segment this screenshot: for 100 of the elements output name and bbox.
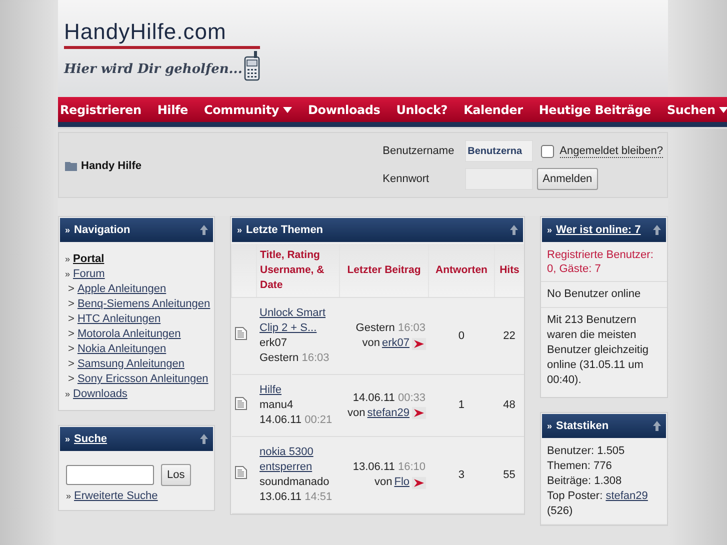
nav-link[interactable]: Kalender	[456, 102, 531, 116]
header-marker: »	[237, 225, 242, 235]
navigation-link[interactable]: Portal	[73, 252, 104, 267]
last-post-date: 14.06.11	[352, 392, 395, 404]
navigation-link[interactable]: HTC Anleitungen	[77, 312, 161, 327]
list-marker: »	[65, 268, 70, 281]
answers-cell: 0	[428, 298, 494, 374]
last-poster-link[interactable]: Flo	[394, 475, 410, 490]
logo-slogan: Hier wird Dir geholfen...	[64, 62, 242, 79]
search-button[interactable]: Los	[161, 464, 191, 486]
collapse-arrow-icon[interactable]	[510, 225, 518, 235]
thread-date: Gestern	[260, 352, 299, 364]
nav-link[interactable]: Suchen	[658, 102, 727, 116]
column-header: Antworten	[428, 244, 494, 298]
remember-checkbox[interactable]	[540, 144, 554, 158]
thread-time: 00:21	[304, 414, 332, 426]
thread-author: manu4	[260, 398, 294, 413]
panel-title-link[interactable]: Suche	[74, 433, 196, 445]
thread-time: 16:03	[302, 352, 330, 364]
thread-title-link[interactable]: nokia 5300 entsperren	[260, 445, 336, 475]
navigation-link[interactable]: Sony Ericsson Anleitungen	[77, 372, 208, 387]
search-field[interactable]	[66, 465, 154, 485]
list-marker: >	[68, 327, 74, 342]
column-header: Hits	[494, 244, 524, 298]
column-header: Title, Rating Username, & Date	[256, 244, 340, 298]
advanced-search-link[interactable]: Erweiterte Suche	[74, 489, 158, 504]
go-to-post-icon[interactable]	[412, 476, 426, 488]
navigation-link[interactable]: Apple Anleitungen	[77, 282, 166, 297]
folder-icon	[65, 161, 77, 171]
list-marker: >	[68, 312, 74, 327]
by-label: von	[374, 475, 392, 490]
thread-author: erk07	[260, 336, 288, 351]
breadcrumb[interactable]: Handy Hilfe	[81, 160, 142, 172]
thread-title-link[interactable]: Unlock Smart Clip 2 + S...	[260, 306, 336, 336]
statistic-line: Benutzer: 1.505	[547, 444, 626, 459]
last-post-date: 13.06.11	[352, 461, 395, 473]
list-marker: »	[65, 253, 70, 266]
last-post-time: 16:03	[398, 322, 426, 334]
hits-cell: 48	[494, 374, 524, 436]
list-marker: >	[68, 297, 74, 312]
thread-date: 14.06.11	[260, 414, 302, 426]
by-label: von	[362, 336, 380, 351]
navigation-link[interactable]: Motorola Anleitungen	[77, 327, 181, 342]
panel-title-link[interactable]: Wer ist online: 7	[556, 224, 649, 236]
username-field[interactable]: Benutzerna	[464, 140, 533, 162]
registered-users-text: Registrierte Benutzer: 0, Gäste: 7	[541, 243, 667, 282]
list-marker: >	[68, 357, 74, 372]
nav-link[interactable]: Unlock?	[388, 102, 456, 116]
collapse-arrow-icon[interactable]	[200, 225, 208, 235]
list-marker: »	[65, 388, 70, 401]
panel-title: Statstiken	[556, 420, 610, 432]
list-marker: >	[68, 372, 74, 387]
list-marker: >	[68, 342, 74, 357]
password-label: Kennwort	[382, 173, 430, 185]
last-poster-link[interactable]: stefan29	[367, 406, 410, 420]
thread-date: 13.06.11	[260, 491, 302, 503]
last-post-time: 00:33	[398, 392, 426, 404]
nav-link[interactable]: Downloads	[300, 102, 388, 116]
document-icon	[234, 327, 246, 340]
answers-cell: 1	[428, 374, 494, 436]
go-to-post-icon[interactable]	[412, 407, 426, 419]
nav-link[interactable]: Registrieren	[58, 102, 150, 116]
statistic-line: Themen: 776	[547, 459, 613, 474]
column-header: Letzter Beitrag	[340, 244, 428, 298]
nav-link[interactable]: Hilfe	[149, 102, 196, 116]
last-poster-link[interactable]: erk07	[382, 336, 410, 351]
logo-title[interactable]: HandyHilfe.com	[64, 18, 260, 49]
thread-title-link[interactable]: Hilfe	[260, 383, 336, 398]
collapse-arrow-icon[interactable]	[653, 225, 661, 235]
thread-author: soundmanado	[260, 475, 330, 490]
collapse-arrow-icon[interactable]	[653, 421, 661, 431]
list-marker: »	[66, 490, 72, 503]
navigation-link[interactable]: Downloads	[73, 387, 128, 402]
document-icon	[234, 396, 246, 410]
remember-label[interactable]: Angemeldet bleiben?	[560, 144, 663, 158]
panel-title: Navigation	[74, 224, 132, 236]
navigation-link[interactable]: Benq-Siemens Anleitungen	[77, 297, 210, 312]
last-post-time: 16:10	[398, 461, 426, 473]
header-marker: »	[65, 434, 70, 444]
hits-cell: 22	[494, 298, 524, 374]
caret-icon	[719, 106, 727, 112]
nav-link[interactable]: Heutige Beiträge	[530, 102, 659, 116]
list-marker: >	[68, 282, 74, 297]
top-poster-link[interactable]: stefan29	[606, 490, 648, 502]
header-marker: »	[547, 225, 552, 235]
login-button[interactable]: Anmelden	[536, 168, 598, 190]
online-users-text: No Benutzer online	[541, 282, 667, 308]
go-to-post-icon[interactable]	[412, 338, 426, 350]
nav-link[interactable]: Community	[196, 102, 300, 116]
username-label: Benutzername	[382, 145, 456, 157]
phone-icon	[244, 51, 260, 81]
top-poster-count: (526)	[547, 504, 574, 519]
header-marker: »	[547, 421, 552, 431]
navigation-link[interactable]: Nokia Anleitungen	[77, 342, 166, 357]
collapse-arrow-icon[interactable]	[200, 434, 208, 444]
document-icon	[234, 466, 246, 479]
statistic-line: Beiträge: 1.308	[547, 474, 623, 489]
thread-time: 14:51	[304, 491, 332, 503]
navigation-link[interactable]: Forum	[73, 267, 105, 282]
navigation-link[interactable]: Samsung Anleitungen	[77, 357, 184, 372]
